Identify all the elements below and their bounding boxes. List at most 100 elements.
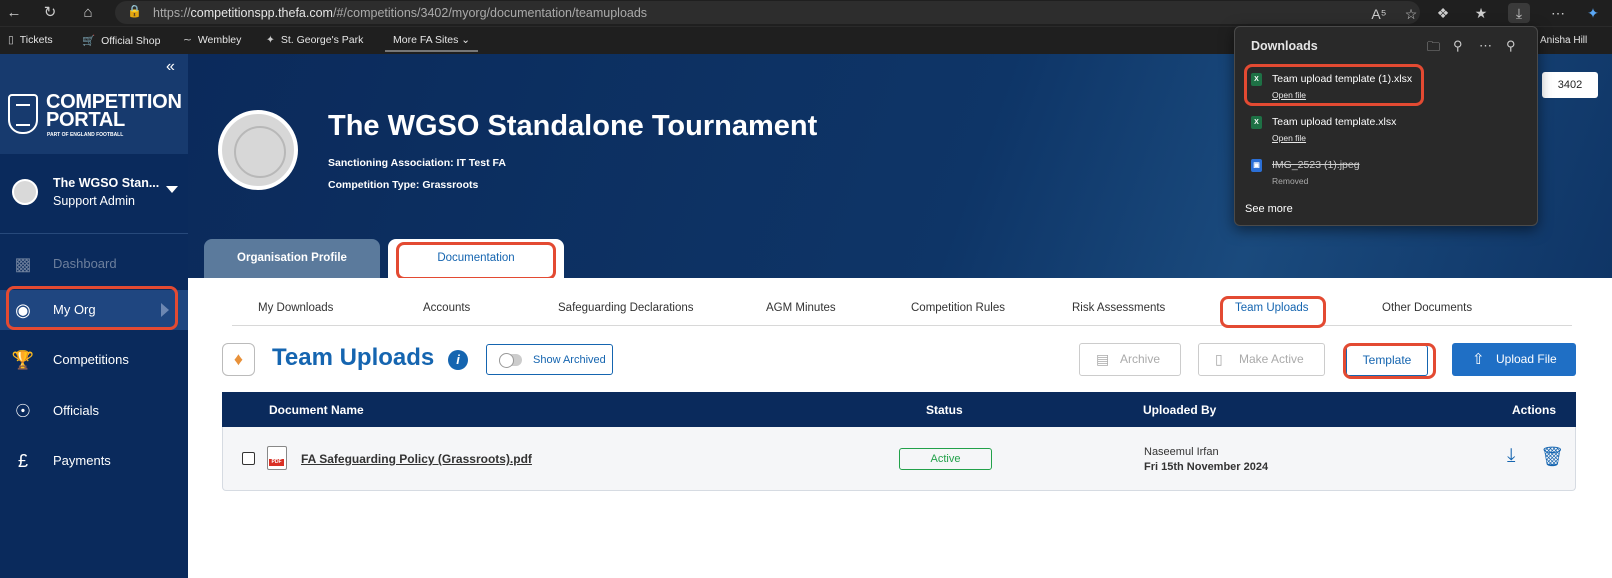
show-archived-toggle[interactable]: Show Archived (486, 344, 613, 375)
subtab-agm-minutes[interactable]: AGM Minutes (766, 302, 836, 314)
more-options-icon[interactable]: ⋯ (1547, 3, 1569, 23)
nav-payments-label: Payments (53, 453, 111, 468)
search-icon[interactable]: ⚲ (1453, 38, 1463, 54)
row-checkbox[interactable] (242, 452, 255, 465)
caret-down-icon[interactable] (166, 186, 178, 193)
extensions-icon[interactable]: ❖ (1432, 3, 1454, 23)
download-icon[interactable]: ⤓ (1507, 445, 1515, 467)
sidebar-logo-area: « COMPETITION PORTAL PART OF ENGLAND FOOT… (0, 54, 188, 154)
org-name: The WGSO Stan... (53, 176, 160, 190)
org-role: Support Admin (53, 194, 135, 208)
make-active-button[interactable]: ▯ Make Active (1198, 343, 1325, 376)
lock-icon: 🔒 (127, 4, 142, 18)
url-text: https://competitionspp.thefa.com/#/compe… (153, 6, 648, 20)
browser-address-bar: ← ↻ ⌂ 🔒 https://competitionspp.thefa.com… (0, 0, 1612, 26)
trophy-icon: 🏆 (11, 350, 35, 370)
tab-organisation-profile[interactable]: Organisation Profile (204, 239, 380, 278)
upload-file-button[interactable]: ⇧ Upload File (1452, 343, 1576, 376)
competition-id: 3402 (1542, 72, 1598, 98)
more-fa-sites-menu[interactable]: More FA Sites ⌄ (385, 30, 479, 52)
competition-logo (218, 110, 298, 190)
delete-trash-icon[interactable]: 🗑 (1540, 445, 1564, 469)
st-georges-icon: ✦ (266, 34, 275, 46)
fav-tickets[interactable]: ▯ Tickets (8, 34, 53, 46)
folder-icon[interactable]: 🗀 (1427, 38, 1440, 60)
info-icon[interactable]: i (448, 350, 468, 370)
col-uploaded-by: Uploaded By (1143, 403, 1217, 417)
subtab-other-documents[interactable]: Other Documents (1382, 302, 1472, 314)
download-item[interactable]: ▣ IMG_2523 (1).jpeg Removed (1235, 155, 1539, 197)
uploaded-date: Fri 15th November 2024 (1144, 461, 1269, 473)
nav-officials-label: Officials (53, 403, 99, 418)
image-file-icon: ▣ (1251, 159, 1262, 172)
favorites-icon[interactable]: ★ (1470, 3, 1492, 23)
archive-button[interactable]: ▤ Archive (1079, 343, 1181, 376)
refresh-icon[interactable]: ↻ (40, 3, 60, 23)
org-switcher[interactable]: The WGSO Stan... Support Admin (0, 154, 188, 234)
documents-table-header: Document Name Status Uploaded By Actions (222, 392, 1576, 427)
cart-icon: 🛒 (82, 35, 96, 47)
highlight-template (1343, 343, 1436, 379)
portal-logo-sub: PART OF ENGLAND FOOTBALL (47, 132, 124, 138)
uploaded-by-name: Naseemul Irfan (1144, 446, 1219, 458)
copilot-icon[interactable]: ✦ (1582, 3, 1604, 23)
pound-icon: £ (17, 451, 28, 471)
toggle-switch[interactable] (499, 353, 522, 368)
home-icon[interactable]: ⌂ (78, 3, 98, 23)
officials-icon: ☉ (14, 401, 32, 421)
fav-official-shop[interactable]: 🛒 Official Shop (82, 34, 160, 47)
col-actions: Actions (1512, 403, 1557, 417)
lightbulb-icon[interactable]: ♦ (222, 343, 255, 376)
sidebar: « COMPETITION PORTAL PART OF ENGLAND FOOT… (0, 54, 188, 578)
nav-payments[interactable]: £ Payments (0, 441, 188, 481)
nav-competitions[interactable]: 🏆 Competitions (0, 340, 188, 380)
col-status: Status (926, 403, 963, 417)
favorite-star-icon[interactable]: ☆ (1400, 4, 1422, 24)
download-file-name: Team upload template.xlsx (1272, 116, 1397, 128)
documentation-subtabs: My Downloads Accounts Safeguarding Decla… (232, 278, 1572, 326)
highlight-my-org (6, 286, 178, 330)
subtab-safeguarding[interactable]: Safeguarding Declarations (558, 302, 694, 314)
col-document-name: Document Name (269, 403, 364, 417)
nav-competitions-label: Competitions (53, 352, 129, 367)
downloads-title: Downloads (1251, 39, 1318, 53)
read-aloud-icon[interactable]: A⁵ (1368, 4, 1390, 24)
subtab-competition-rules[interactable]: Competition Rules (911, 302, 1005, 314)
fav-wembley[interactable]: ∼ Wembley (183, 34, 241, 46)
more-options-icon[interactable]: ⋯ (1479, 38, 1492, 54)
pin-icon[interactable]: ⚲ (1506, 38, 1516, 54)
open-file-link[interactable]: Open file (1272, 133, 1306, 143)
collapse-sidebar-icon[interactable]: « (166, 58, 175, 76)
back-icon[interactable]: ← (4, 3, 24, 23)
highlight-documentation (396, 242, 556, 278)
table-row: PDF FA Safeguarding Policy (Grassroots).… (222, 427, 1576, 491)
fav-st-georges-park[interactable]: ✦ St. George's Park (266, 34, 363, 46)
make-active-label: Make Active (1239, 352, 1304, 366)
upload-file-label: Upload File (1496, 352, 1557, 366)
highlight-download-item (1244, 64, 1424, 106)
subtab-my-downloads[interactable]: My Downloads (258, 302, 333, 314)
url-field[interactable]: 🔒 https://competitionspp.thefa.com/#/com… (115, 1, 1420, 24)
excel-file-icon: X (1251, 116, 1262, 129)
org-avatar (12, 179, 38, 205)
show-archived-label: Show Archived (533, 354, 606, 366)
see-more-link[interactable]: See more (1245, 203, 1293, 215)
dashboard-icon: ▩ (14, 254, 32, 274)
wembley-icon: ∼ (183, 34, 192, 46)
download-item[interactable]: X Team upload template.xlsx Open file (1235, 112, 1539, 154)
status-badge: Active (899, 448, 992, 470)
downloads-panel: Downloads 🗀 ⚲ ⋯ ⚲ X Team upload template… (1234, 26, 1538, 226)
downloads-icon[interactable]: ⤓ (1508, 3, 1530, 23)
ticket-icon: ▯ (8, 34, 14, 46)
portal-logo-text: COMPETITION PORTAL (46, 91, 182, 131)
archive-box-icon: ▤ (1096, 351, 1110, 367)
highlight-team-uploads (1220, 296, 1326, 328)
nav-officials[interactable]: ☉ Officials (0, 391, 188, 431)
nav-dashboard[interactable]: ▩ Dashboard (0, 244, 188, 284)
archive-label: Archive (1120, 352, 1161, 366)
browser-user-name: Anisha Hill (1540, 35, 1588, 46)
subtab-risk-assessments[interactable]: Risk Assessments (1072, 302, 1165, 314)
competition-type: Competition Type: Grassroots (328, 179, 479, 191)
subtab-accounts[interactable]: Accounts (423, 302, 470, 314)
document-link[interactable]: FA Safeguarding Policy (Grassroots).pdf (301, 452, 532, 466)
